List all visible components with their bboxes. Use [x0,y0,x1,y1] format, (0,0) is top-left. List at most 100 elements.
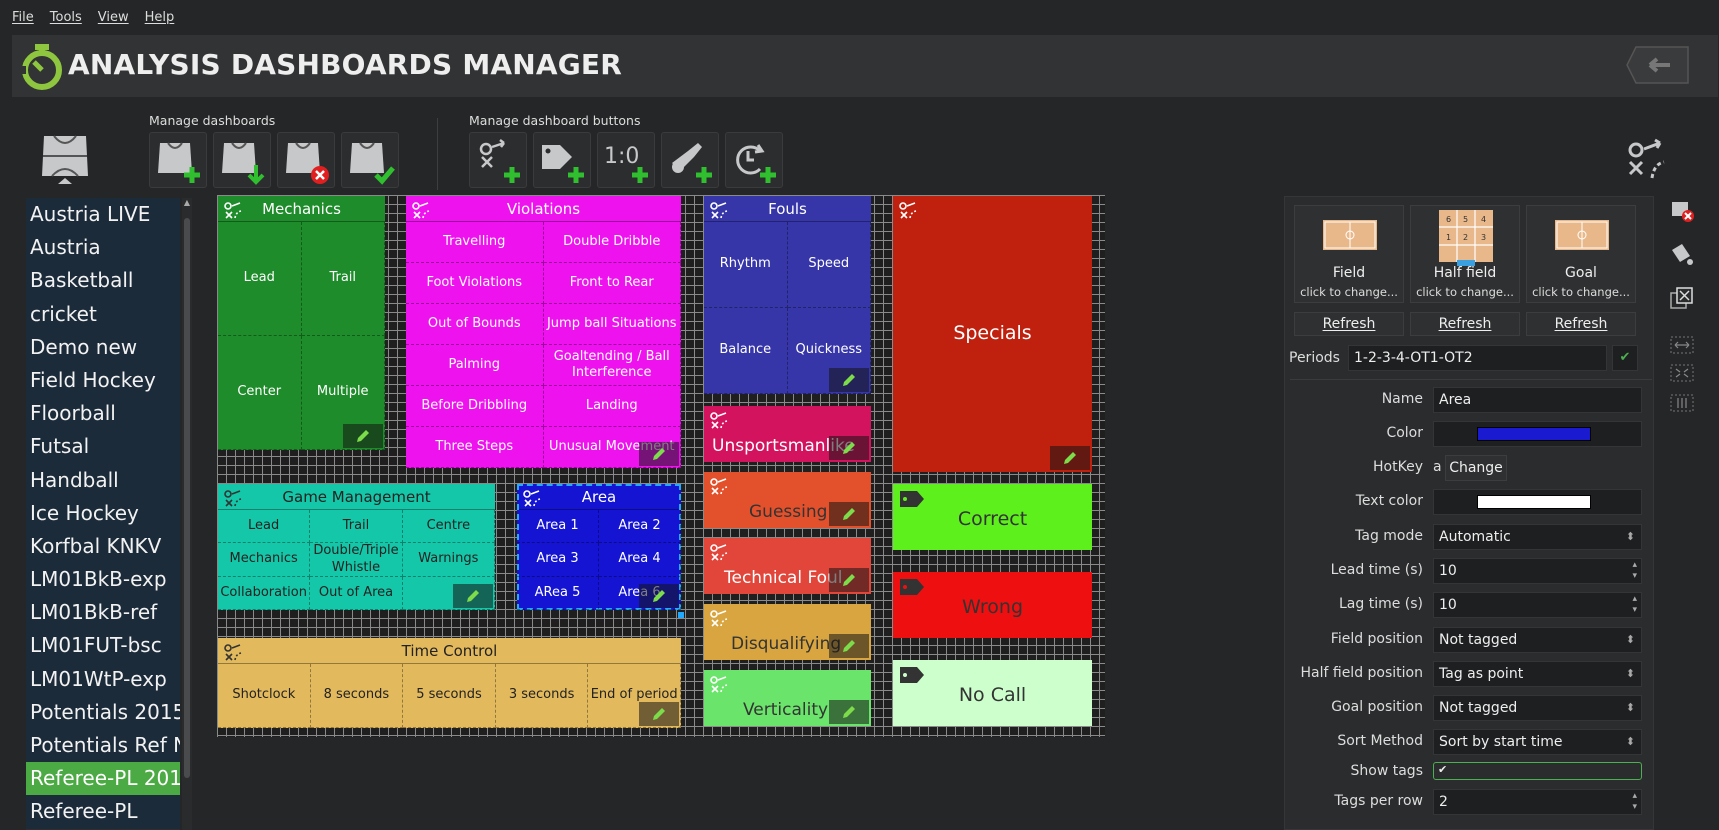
color-picker[interactable] [1433,421,1642,447]
edit-button[interactable] [639,584,679,608]
subcategory-landing[interactable]: Landing [543,386,681,427]
tag-correct[interactable]: Correct [893,484,1092,550]
paint-bucket-icon[interactable] [1668,242,1696,268]
subcategory-foot-violations[interactable]: Foot Violations [406,263,544,304]
edit-button[interactable] [829,634,869,658]
refresh-field-button[interactable]: Refresh [1294,312,1404,336]
dashboard-list-item[interactable]: Korfbal KNKV [26,529,180,564]
dashboard-list-item[interactable]: Demo new [26,330,180,364]
dashboard-list-item[interactable]: Referee-PL [26,795,180,829]
delete-button-icon[interactable] [1668,198,1696,224]
goal-background-button[interactable]: Goal click to change... [1526,205,1636,303]
subcategory-travelling[interactable]: Travelling [406,222,544,263]
subcategory-before-dribbling[interactable]: Before Dribbling [406,386,544,427]
fit-height-icon[interactable] [1668,392,1696,414]
export-dashboard-button[interactable] [341,132,399,188]
dashboard-list-item[interactable]: Potentials Ref N [26,729,180,763]
subcategory-out-of-area[interactable]: Out of Area [310,576,403,610]
half-field-position-select[interactable]: Tag as point ⬍ [1433,661,1642,687]
fit-all-icon[interactable] [1668,362,1696,384]
dashboard-canvas[interactable]: Mechanics Lead Trail Center Multiple Vio… [217,195,1105,737]
dashboard-list-scrollbar[interactable]: ▲ [182,198,192,830]
scroll-thumb[interactable] [184,218,190,778]
lag-time-spinbox[interactable]: 10 ▴ ▾ [1433,592,1642,618]
subcategory-palming[interactable]: Palming [406,345,544,386]
dashboard-list-item[interactable]: LM01WtP-exp [26,662,180,696]
menu-tools[interactable]: Tools [50,10,82,30]
dashboard-list-item[interactable]: cricket [26,297,180,331]
subcategory-double-triple-whistle[interactable]: Double/Triple Whistle [310,543,403,577]
field-position-select[interactable]: Not tagged ⬍ [1433,627,1642,653]
card-guessing[interactable]: Guessing [704,472,871,528]
dashboard-list-item[interactable]: Handball [26,463,180,497]
spin-arrows-icon[interactable]: ▴ ▾ [1632,594,1637,616]
card-game-management[interactable]: Game Management Lead Trail Centre Mechan… [218,484,495,610]
subcategory-center[interactable]: Center [218,336,302,450]
subcategory-8-seconds[interactable]: 8 seconds [310,664,404,728]
dashboard-list-item[interactable]: Basketball [26,264,180,298]
edit-button[interactable] [829,502,869,526]
show-tags-checkbox[interactable]: ✔ [1433,762,1642,780]
card-time-control[interactable]: Time Control Shotclock 8 seconds 5 secon… [218,638,681,728]
dashboard-list-item[interactable]: Floorball [26,397,180,431]
menu-file[interactable]: File [12,10,34,30]
tags-per-row-spinbox[interactable]: 2 ▴ ▾ [1433,789,1642,815]
subcategory-centre[interactable]: Centre [402,510,495,544]
edit-button[interactable] [639,442,679,466]
hotkey-change-button[interactable]: Change [1445,455,1507,481]
card-disqualifying[interactable]: Disqualifying [704,604,871,660]
goal-position-select[interactable]: Not tagged ⬍ [1433,695,1642,721]
subcategory-jump-ball[interactable]: Jump ball Situations [543,304,681,345]
subcategory-3-seconds[interactable]: 3 seconds [495,664,589,728]
dashboard-list-item[interactable]: Referee-PL 2019 [26,762,180,796]
card-area[interactable]: Area Area 1 Area 2 Area 3 Area 4 ARea 5 … [517,484,681,610]
card-mechanics[interactable]: Mechanics Lead Trail Center Multiple [218,196,385,450]
dashboard-list-item[interactable]: Potentials 2015 [26,695,180,729]
subcategory-area-1[interactable]: Area 1 [517,510,599,544]
subcategory-double-dribble[interactable]: Double Dribble [543,222,681,263]
subcategory-out-of-bounds[interactable]: Out of Bounds [406,304,544,345]
subcategory-front-to-rear[interactable]: Front to Rear [543,263,681,304]
card-fouls[interactable]: Fouls Rhythm Speed Balance Quickness [704,196,871,394]
card-unsportsmanlike[interactable]: Unsportsmanlike [704,406,871,462]
subcategory-lead[interactable]: Lead [218,222,302,336]
delete-dashboard-button[interactable] [277,132,335,188]
subcategory-5-seconds[interactable]: 5 seconds [403,664,496,728]
tag-mode-select[interactable]: Automatic ⬍ [1433,524,1642,550]
edit-button[interactable] [829,700,869,724]
subcategory-area-2[interactable]: Area 2 [599,510,681,544]
edit-button[interactable] [639,702,679,726]
lead-time-spinbox[interactable]: 10 ▴ ▾ [1433,558,1642,584]
card-specials[interactable]: Specials [893,196,1092,472]
resize-handle[interactable] [678,612,684,618]
subcategory-area-5[interactable]: ARea 5 [517,576,599,610]
add-tag-button[interactable] [533,132,591,188]
import-dashboard-button[interactable] [213,132,271,188]
sort-method-select[interactable]: Sort by start time ⬍ [1433,729,1642,755]
scroll-up-icon[interactable]: ▲ [182,198,192,208]
subcategory-speed[interactable]: Speed [787,222,871,308]
field-background-button[interactable]: Field click to change... [1294,205,1404,303]
new-dashboard-button[interactable] [149,132,207,188]
add-timer-button[interactable] [725,132,783,188]
edit-button[interactable] [829,436,869,460]
spin-arrows-icon[interactable]: ▴ ▾ [1632,791,1637,813]
refresh-goal-button[interactable]: Refresh [1526,312,1636,336]
edit-button[interactable] [343,424,383,448]
refresh-half-field-button[interactable]: Refresh [1410,312,1520,336]
dashboard-list-item[interactable]: Austria [26,231,180,265]
card-verticality[interactable]: Verticality [704,670,871,726]
dashboard-list-item[interactable]: LM01FUT-bsc [26,629,180,663]
dashboard-list-item[interactable]: Field Hockey [26,363,180,398]
fit-width-icon[interactable] [1668,334,1696,356]
periods-input[interactable]: 1-2-3-4-OT1-OT2 [1348,345,1607,371]
half-field-background-button[interactable]: 6 5 4 1 2 3 Half field click to change... [1410,205,1520,303]
subcategory-trail[interactable]: Trail [310,510,403,544]
name-input[interactable]: Area [1433,387,1642,413]
dashboard-list-item[interactable]: Futsal [26,430,180,464]
tag-no-call[interactable]: No Call [893,660,1092,726]
dashboard-list[interactable]: Austria LIVE Austria Basketball cricket Demo… [26,198,180,830]
subcategory-area-3[interactable]: Area 3 [517,543,599,577]
subcategory-collaboration[interactable]: Collaboration [218,576,311,610]
dashboard-list-item[interactable]: Austria LIVE [26,198,180,232]
